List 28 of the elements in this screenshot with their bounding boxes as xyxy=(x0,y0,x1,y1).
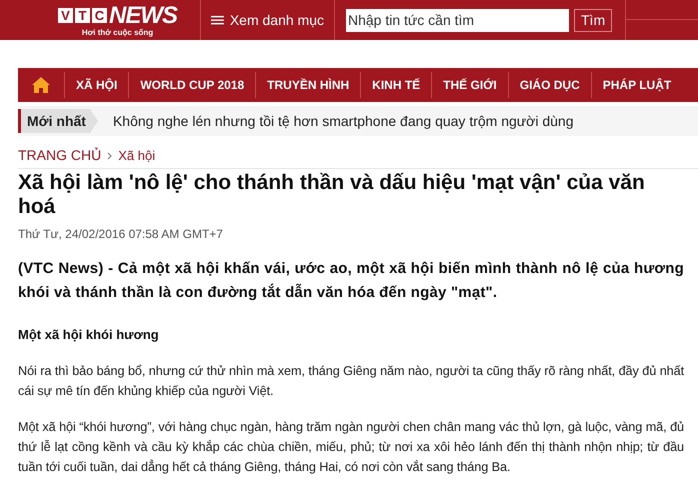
nav-tab[interactable]: PHÁP LUẬT xyxy=(592,72,682,98)
article-title: Xã hội làm 'nô lệ' cho thánh thần và dấu hiệu 'mạt vận' của văn hoá xyxy=(18,171,646,219)
logo-tagline: Hơi thở cuộc sống xyxy=(82,28,154,36)
home-icon[interactable] xyxy=(32,77,50,93)
logo-word: NEWS xyxy=(109,4,177,28)
search-button[interactable]: Tìm xyxy=(574,8,612,32)
latest-label: Mới nhất xyxy=(18,109,98,133)
latest-headline[interactable]: Không nghe lén nhưng tồi tệ hơn smartphone đang quay trộm người dùng xyxy=(112,110,574,132)
menu-label[interactable]: Xem danh mục xyxy=(230,10,324,30)
article-lead: (VTC News) - Cả một xã hội khấn vái, ước ao, một xã hội biến mình thành nô lệ của hương khói và thánh thần là con đường tắt dẫn văn hóa đến ngày "mạt". xyxy=(18,259,684,303)
logo[interactable]: V T C NEWS Hơi thở cuộc sống xyxy=(35,4,200,36)
article-date: Thứ Tư, 24/02/2016 07:58 AM GMT+7 xyxy=(18,226,224,243)
logo-letter: C xyxy=(92,8,107,23)
nav-tab[interactable]: THẾ GIỚI xyxy=(432,72,509,98)
nav-tab[interactable]: WORLD CUP 2018 xyxy=(129,72,256,98)
search-field[interactable]: Nhập tin tức cần tìm xyxy=(346,8,569,32)
nav-tab[interactable]: TRUYỀN HÌNH xyxy=(256,72,362,98)
chevron-icon xyxy=(107,152,112,160)
nav-tab[interactable]: XÃ HỘI xyxy=(65,72,130,98)
logo-letter: T xyxy=(75,8,90,23)
article-paragraph: Nói ra thì bảo báng bổ, nhưng cứ thử nhìn mà xem, tháng Giêng năm nào, người ta cũng thấy rõ ràng nhất, đầy đủ nhất cái sự mê tín đến khủng khiếp của người Việt. xyxy=(18,362,684,400)
breadcrumb-link[interactable]: TRANG CHỦ xyxy=(18,145,102,166)
logo-letter: V xyxy=(58,8,73,23)
article-paragraph: Một xã hội “khói hương”, với hàng chục ngàn, hàng trăm ngàn người chen chân mang vác thủ lợn, gà luộc, vàng mã, đủ thứ lễ lạt cồng kềnh và cầu kỳ khắp các chùa chiền, miếu, phủ; từ nơi xa xôi hẻo lánh đến thị thành nhộn nhịp; từ đầu tuần tới cuối tuần, dai dẳng hết cả tháng Giêng, tháng Hai, có nơi còn vắt sang tháng Ba. xyxy=(18,418,684,476)
breadcrumb-link[interactable]: Xã hội xyxy=(118,146,156,166)
section-heading: Một xã hội khói hương xyxy=(18,326,160,344)
nav-tab[interactable]: GIÁO DỤC xyxy=(508,72,592,98)
nav-tab[interactable]: KINH TẾ xyxy=(361,72,432,98)
